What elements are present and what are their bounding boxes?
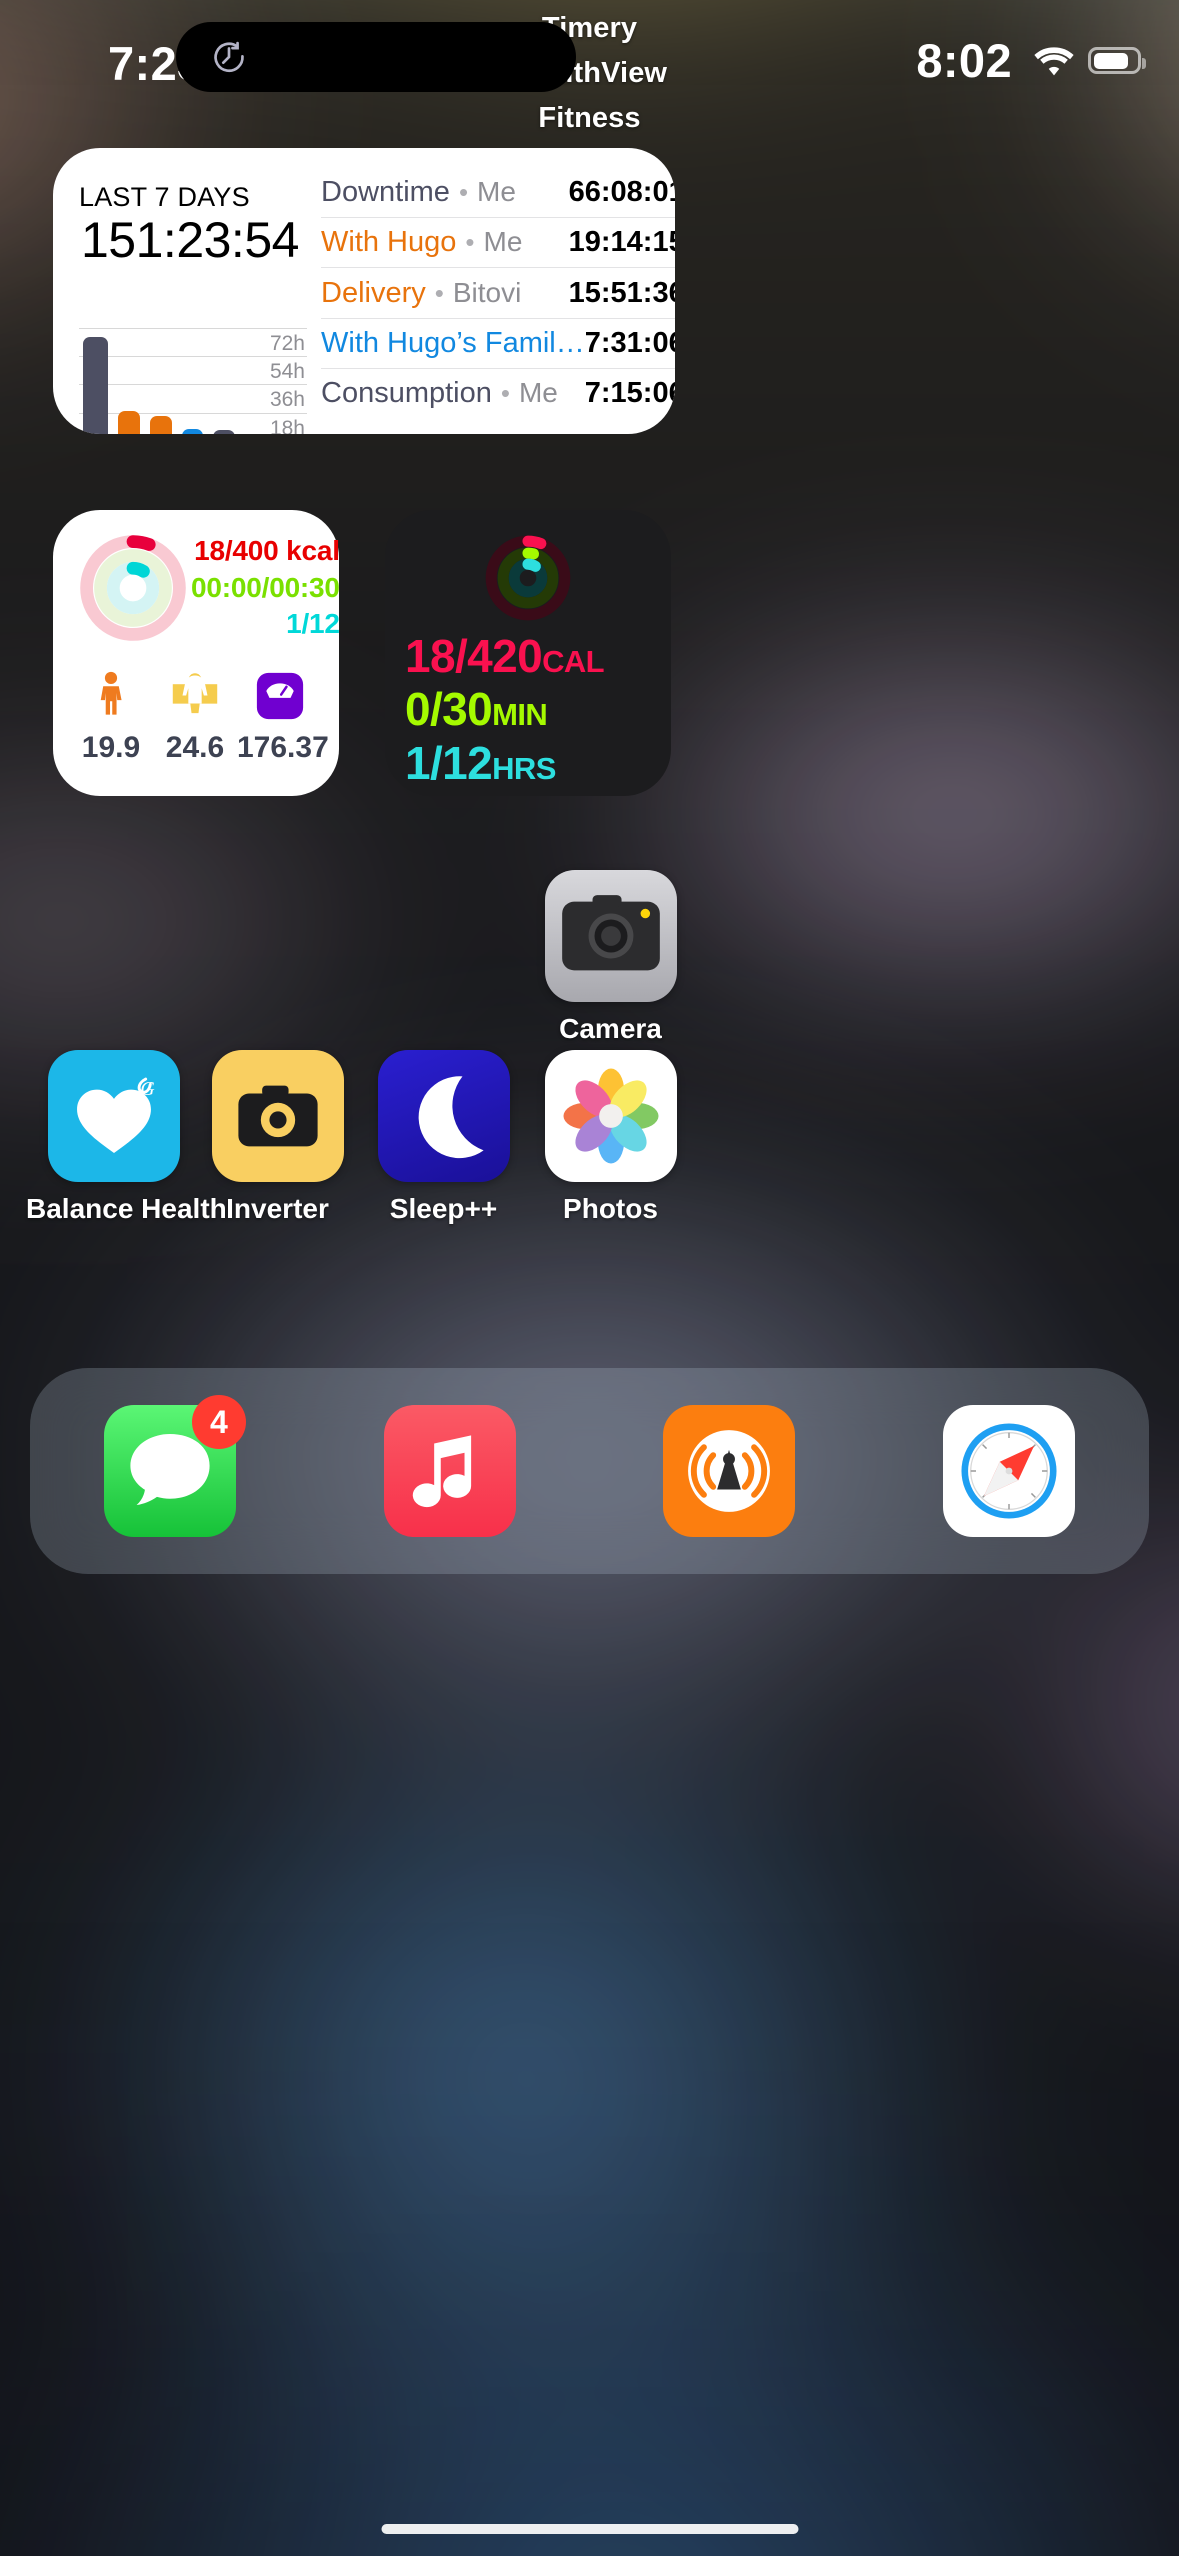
photos-flower-icon <box>545 1050 677 1182</box>
home-indicator[interactable] <box>381 2524 798 2534</box>
chart-bar <box>150 416 172 434</box>
timery-entry-client: Me <box>484 226 523 258</box>
timery-entry-separator: • <box>465 227 474 258</box>
timery-bar-chart: 72h 54h 36h 18h <box>79 295 307 434</box>
balance-health-icon: G <box>48 1050 180 1182</box>
fitness-stat-unit: CAL <box>542 644 604 679</box>
app-camera[interactable]: Camera <box>523 870 698 1045</box>
dock-app-safari[interactable] <box>943 1405 1075 1537</box>
timery-header: LAST 7 DAYS <box>79 182 307 213</box>
healthview-metric-value: 19.9 <box>69 731 153 765</box>
dock-app-music[interactable] <box>384 1405 516 1537</box>
fitness-stat-line: 0/30MIN <box>405 683 651 736</box>
timery-entry-client: Me <box>477 176 516 208</box>
person-icon <box>69 670 153 722</box>
dynamic-island[interactable] <box>176 22 576 92</box>
body-fat-icon <box>153 670 237 722</box>
timery-entry-duration: 7:31:06 <box>585 327 675 360</box>
chart-bar <box>213 430 235 434</box>
app-label: Sleep++ <box>356 1193 531 1225</box>
dock: 4 <box>30 1368 1149 1574</box>
chart-tick-label: 72h <box>270 332 305 356</box>
app-photos[interactable]: Photos <box>523 1050 698 1225</box>
timery-entry-list[interactable]: Downtime•Me66:08:01With Hugo•Me19:14:15D… <box>307 148 675 434</box>
timery-entry-name: Consumption <box>321 377 492 410</box>
fitness-stat-unit: HRS <box>492 751 556 786</box>
timery-entry-row[interactable]: Consumption • Me 7:15:06 <box>321 369 675 418</box>
fitness-stat-unit: MIN <box>492 697 547 732</box>
app-balance-health[interactable]: G Balance Health <box>26 1050 201 1225</box>
fitness-stat-value: 0/30 <box>405 683 492 735</box>
fitness-stat-line: 18/420CAL <box>405 630 651 683</box>
app-label: Balance Health <box>26 1193 201 1225</box>
status-bar-alt-time: 8:02 <box>916 33 1012 88</box>
healthview-metric-value: 24.6 <box>153 731 237 765</box>
timery-entry-row[interactable]: Delivery • Bitovi 15:51:36 <box>321 268 675 318</box>
timer-icon <box>210 38 248 76</box>
timery-entry-client: Bitovi <box>453 277 521 309</box>
camera-icon <box>545 870 677 1002</box>
chart-tick-label: 36h <box>270 388 305 412</box>
timery-summary: LAST 7 DAYS 151:23:54 72h 54h 36h 18h <box>53 148 307 434</box>
wifi-icon <box>1033 45 1075 77</box>
timery-entry-name: Downtime <box>321 176 450 209</box>
timery-entry-client: Me <box>519 377 558 409</box>
timery-entry-row[interactable]: Downtime • Me 66:08:01 <box>321 168 675 218</box>
timery-entry-row[interactable]: With Hugo • Me 19:14:15 <box>321 218 675 268</box>
chart-tick-label: 18h <box>270 417 305 434</box>
app-label: Photos <box>523 1193 698 1225</box>
timery-entry-name: With Hugo’s Famil… <box>321 327 585 360</box>
timery-entry-row[interactable]: With Hugo’s Famil…7:31:06 <box>321 319 675 369</box>
chart-bar <box>118 411 140 434</box>
fitness-stat-line: 1/12HRS <box>405 737 651 790</box>
moon-icon <box>378 1050 510 1182</box>
fitness-stat-value: 18/420 <box>405 630 542 682</box>
timery-entry-separator: • <box>435 278 444 309</box>
timery-entry-duration: 15:51:36 <box>569 277 675 310</box>
dock-app-messages[interactable]: 4 <box>104 1405 236 1537</box>
healthview-stat-list: 18/400 kcal00:00/00:301/12 <box>191 533 344 644</box>
fitness-stat-value: 1/12 <box>405 737 492 789</box>
healthview-metric-bodyfat: 24.6 <box>153 670 237 765</box>
status-bar-right: 8:02 <box>916 33 1141 88</box>
fitness-stat-list: 18/420CAL0/30MIN1/12HRS <box>405 630 651 790</box>
svg-text:G: G <box>140 1078 154 1100</box>
timery-entry-separator: • <box>459 177 468 208</box>
timery-total: 151:23:54 <box>81 211 307 269</box>
fitness-activity-rings <box>482 532 574 624</box>
battery-icon <box>1088 47 1141 74</box>
status-bar: 7:23 8:02 <box>0 0 1179 118</box>
app-label: Camera <box>523 1013 698 1045</box>
scale-icon <box>237 670 323 722</box>
timery-entry-duration: 66:08:01 <box>569 176 675 209</box>
timery-entry-duration: 7:15:06 <box>585 377 675 410</box>
app-sleep-plus-plus[interactable]: Sleep++ <box>356 1050 531 1225</box>
dock-app-overcast[interactable] <box>663 1405 795 1537</box>
inverter-camera-icon <box>212 1050 344 1182</box>
timery-entry-separator: • <box>501 378 510 409</box>
healthview-metric-weight: 176.37 <box>237 670 323 765</box>
messages-badge: 4 <box>192 1395 246 1449</box>
healthview-metric-steps: 19.9 <box>69 670 153 765</box>
timery-entry-duration: 19:14:15 <box>569 226 675 259</box>
chart-bar <box>83 337 108 434</box>
healthview-metrics: 19.9 24.6 <box>69 670 323 765</box>
app-inverter[interactable]: Inverter <box>190 1050 365 1225</box>
healthview-stat: 1/12 <box>191 606 340 643</box>
chart-bar <box>182 429 204 434</box>
healthview-stat: 18/400 kcal <box>191 533 340 570</box>
healthview-metric-value: 176.37 <box>237 731 323 765</box>
app-label: Inverter <box>190 1193 365 1225</box>
chart-tick-label: 54h <box>270 360 305 384</box>
timery-entry-name: With Hugo <box>321 226 456 259</box>
timery-entry-name: Delivery <box>321 277 426 310</box>
healthview-stat: 00:00/00:30 <box>191 570 340 607</box>
healthview-activity-rings <box>75 530 191 646</box>
